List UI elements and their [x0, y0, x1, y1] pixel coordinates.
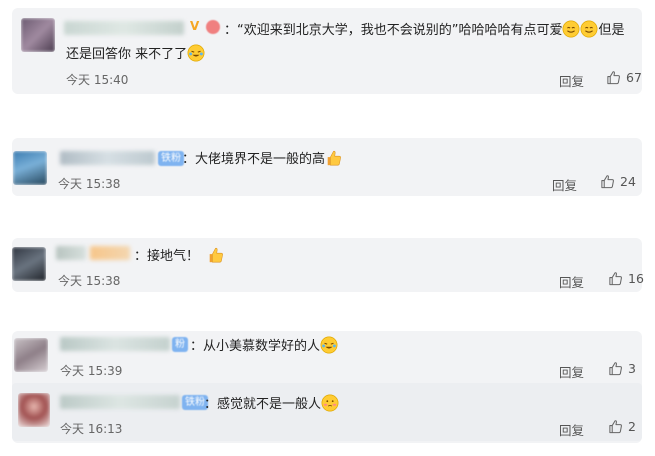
- like-button[interactable]: 16: [608, 271, 644, 286]
- like-count: 3: [628, 361, 636, 376]
- like-thumb-icon: [607, 71, 620, 85]
- like-thumb-icon: [601, 175, 614, 189]
- thumbs-up-emoji: [327, 150, 341, 166]
- member-icon: [206, 20, 220, 34]
- comment-card: V ：“欢迎来到北京大学，我也不会说别的”哈哈哈哈有点可爱 但是 还是回答你 来不…: [12, 8, 642, 94]
- laugh-cry-emoji: [187, 44, 205, 62]
- comment-card: 粉 ：从小美慕数学好的人 今天 15:39 回复 3 铁粉 ：感觉就不是一般人 …: [12, 331, 642, 443]
- thumbs-up-emoji: [209, 247, 223, 263]
- comment-text-tail: 但是: [598, 23, 625, 38]
- username[interactable]: [60, 151, 155, 165]
- comment-time: 今天 15:38: [58, 177, 121, 191]
- avatar[interactable]: [12, 247, 46, 281]
- comment-time: 今天 15:38: [58, 274, 121, 288]
- comment-text-line1: ：“欢迎来到北京大学，我也不会说别的”哈哈哈哈有点可爱: [224, 23, 563, 38]
- like-count: 67: [626, 70, 642, 85]
- username[interactable]: [60, 337, 170, 351]
- reply-button[interactable]: 回复: [559, 272, 584, 291]
- comment-card: ：接地气！ 今天 15:38 回复 16: [12, 238, 644, 292]
- like-button[interactable]: 3: [608, 361, 636, 376]
- smile-emoji: [563, 20, 580, 38]
- reply-button[interactable]: 回复: [559, 420, 584, 439]
- comment-text: ：“欢迎来到北京大学，我也不会说别的”哈哈哈哈有点可爱 但是: [224, 20, 625, 40]
- laugh-cry-emoji: [320, 336, 338, 354]
- comment-text: ：接地气！: [134, 246, 225, 266]
- avatar[interactable]: [14, 338, 48, 372]
- avatar[interactable]: [21, 18, 55, 52]
- like-button[interactable]: 67: [606, 70, 642, 85]
- shy-emoji: [321, 394, 339, 412]
- reply-button[interactable]: 回复: [559, 71, 584, 90]
- like-button[interactable]: 24: [600, 174, 636, 189]
- like-thumb-icon: [609, 362, 622, 376]
- smile-emoji: [581, 20, 598, 38]
- comment-card: 铁粉 ：大佬境界不是一般的高 今天 15:38 回复 24: [12, 138, 642, 196]
- sub-reply-card: 铁粉 ：感觉就不是一般人 今天 16:13 回复 2: [12, 383, 642, 441]
- like-count: 2: [628, 419, 636, 434]
- reply-button[interactable]: 回复: [552, 175, 577, 194]
- comment-text: ：从小美慕数学好的人: [190, 336, 338, 356]
- username[interactable]: [64, 21, 184, 35]
- fan-badge: 铁粉: [158, 151, 184, 166]
- comment-text: ：感觉就不是一般人: [204, 394, 339, 414]
- like-thumb-icon: [609, 420, 622, 434]
- reply-button[interactable]: 回复: [559, 362, 584, 381]
- avatar[interactable]: [18, 393, 50, 427]
- comment-time: 今天 16:13: [60, 422, 123, 436]
- like-count: 16: [628, 271, 644, 286]
- username[interactable]: [60, 395, 180, 409]
- username[interactable]: [56, 246, 86, 260]
- comment-time: 今天 15:40: [66, 73, 129, 87]
- avatar[interactable]: [13, 151, 47, 185]
- like-count: 24: [620, 174, 636, 189]
- username-suffix: [90, 246, 130, 260]
- verified-badge: V: [190, 19, 200, 33]
- like-thumb-icon: [609, 272, 622, 286]
- comment-text: ：大佬境界不是一般的高: [182, 149, 343, 169]
- fan-badge: 粉: [172, 337, 188, 352]
- comment-text-line2: 还是回答你 来不了了: [66, 44, 205, 64]
- comment-time: 今天 15:39: [60, 364, 123, 378]
- like-button[interactable]: 2: [608, 419, 636, 434]
